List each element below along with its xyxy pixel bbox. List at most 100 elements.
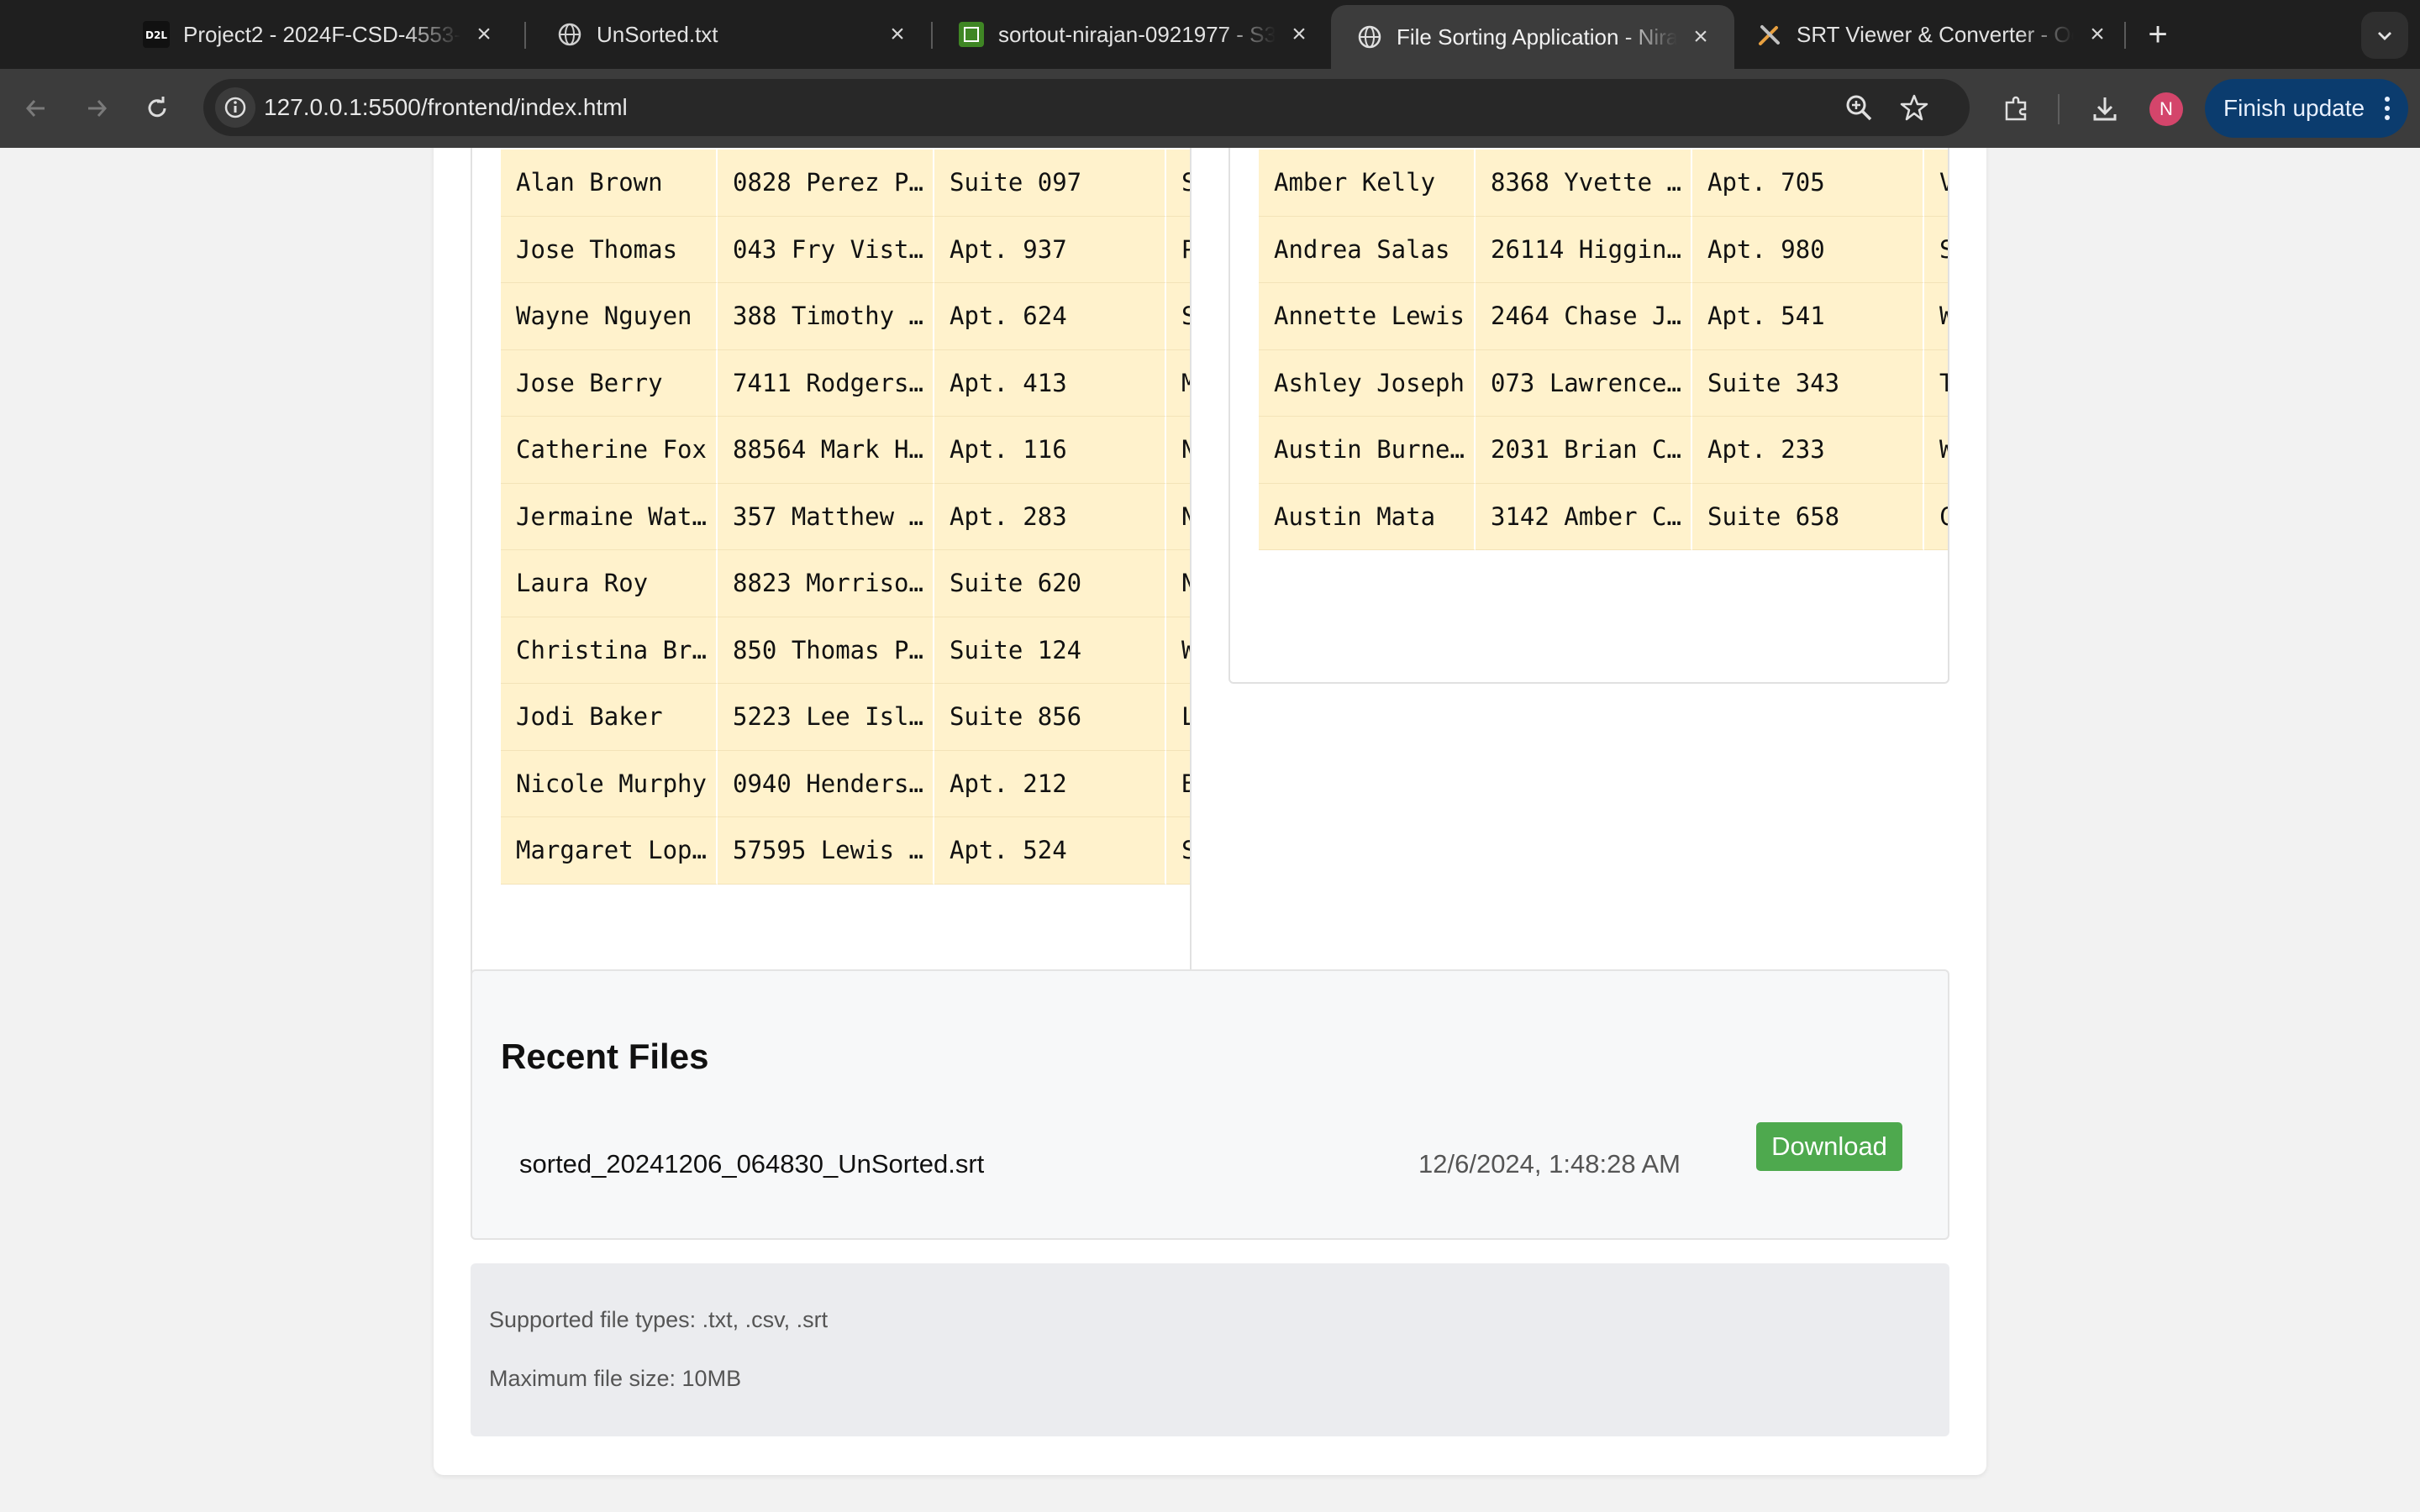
table-cell: Me — [1166, 349, 1190, 417]
tab-unsorted[interactable]: UnSorted.txt × — [531, 7, 931, 62]
reload-icon — [148, 97, 166, 118]
table-cell: So — [1924, 216, 1948, 283]
table-row: Jodi Baker5223 Lee Isl…Suite 856Ly — [501, 684, 1190, 751]
table-cell: 57595 Lewis … — [718, 817, 934, 885]
bookmark-star-icon[interactable] — [1897, 91, 1931, 124]
new-tab-button[interactable]: + — [2138, 15, 2178, 55]
table-cell: 2464 Chase J… — [1476, 283, 1692, 350]
tab-search-button[interactable] — [2361, 12, 2408, 59]
table-cell: 0940 Henders… — [718, 750, 934, 817]
table-cell: 3142 Amber C… — [1476, 483, 1692, 550]
data-table: Alan Brown0828 Perez P…Suite 097SoJose T… — [501, 150, 1190, 885]
table-cell: Jermaine Wat… — [501, 483, 718, 550]
table-cell: Amber Kelly — [1259, 150, 1476, 217]
more-options-icon — [2385, 97, 2390, 120]
table-cell: Apt. 937 — [934, 216, 1166, 283]
table-cell: 2031 Brian C… — [1476, 417, 1692, 484]
table-cell: Ashley Joseph — [1259, 349, 1476, 417]
address-bar[interactable]: 127.0.0.1:5500/frontend/index.html — [203, 79, 1970, 136]
table-cell: So — [1166, 150, 1190, 217]
finish-update-label: Finish update — [2223, 95, 2365, 121]
forward-arrow-icon — [88, 100, 108, 117]
table-row: Ashley Joseph073 Lawrence…Suite 343Tr — [1259, 349, 1948, 417]
forward-button[interactable] — [74, 86, 119, 131]
file-info-panel: Supported file types: .txt, .csv, .srt M… — [471, 1263, 1949, 1436]
table-cell: Apt. 980 — [1692, 216, 1924, 283]
table-cell: Apt. 705 — [1692, 150, 1924, 217]
table-row: Catherine Fox88564 Mark H…Apt. 116No — [501, 417, 1190, 484]
tab-title: Project2 - 2024F-CSD-4553- — [183, 21, 460, 47]
table-cell: 5223 Lee Isl… — [718, 684, 934, 751]
toolbar-divider — [2058, 94, 2060, 124]
tools-icon — [1756, 21, 1783, 48]
close-icon[interactable]: × — [1286, 21, 1313, 48]
recent-file-date: 12/6/2024, 1:48:28 AM — [1418, 1149, 1681, 1179]
table-row: Andrea Salas26114 Higgin…Apt. 980So — [1259, 216, 1948, 283]
table-cell: 388 Timothy … — [718, 283, 934, 350]
table-cell: Suite 658 — [1692, 483, 1924, 550]
table-row: Christina Br…850 Thomas P…Suite 124We — [501, 617, 1190, 684]
recent-files-title: Recent Files — [501, 1037, 709, 1076]
table-cell: 0828 Perez P… — [718, 150, 934, 217]
svg-text:D2L: D2L — [145, 29, 167, 41]
site-info-icon[interactable] — [215, 87, 255, 128]
close-icon[interactable]: × — [2084, 21, 2111, 48]
table-row: Annette Lewis2464 Chase J…Apt. 541We — [1259, 283, 1948, 350]
table-cell: Po — [1166, 216, 1190, 283]
table-cell: Alan Brown — [501, 150, 718, 217]
tab-title: UnSorted.txt — [597, 21, 718, 47]
globe-icon — [1356, 24, 1383, 50]
table-row: Wayne Nguyen388 Timothy …Apt. 624So — [501, 283, 1190, 350]
table-cell: Jose Berry — [501, 349, 718, 417]
table-cell: Apt. 116 — [934, 417, 1166, 484]
page-viewport: Alan Brown0828 Perez P…Suite 097SoJose T… — [0, 148, 2420, 1512]
sorted-table-preview[interactable]: Amber Kelly8368 Yvette …Apt. 705VaAndrea… — [1228, 148, 1949, 684]
finish-update-button[interactable]: Finish update — [2205, 79, 2408, 138]
table-cell: 043 Fry Vist… — [718, 216, 934, 283]
table-cell: Austin Burne… — [1259, 417, 1476, 484]
close-icon[interactable]: × — [1687, 24, 1714, 50]
table-cell: 26114 Higgin… — [1476, 216, 1692, 283]
table-cell: No — [1166, 417, 1190, 484]
recent-file-name: sorted_20241206_064830_UnSorted.srt — [519, 1149, 985, 1179]
url-text[interactable]: 127.0.0.1:5500/frontend/index.html — [264, 79, 628, 136]
table-cell: No — [1166, 483, 1190, 550]
close-icon[interactable]: × — [884, 21, 911, 48]
extensions-icon[interactable] — [1995, 87, 2037, 129]
table-cell: Annette Lewis — [1259, 283, 1476, 350]
unsorted-table-preview[interactable]: Alan Brown0828 Perez P…Suite 097SoJose T… — [471, 148, 1192, 1053]
zoom-icon[interactable] — [1842, 91, 1876, 124]
tab-srt-viewer[interactable]: SRT Viewer & Converter - Oc × — [1731, 7, 2131, 62]
table-row: Amber Kelly8368 Yvette …Apt. 705Va — [1259, 150, 1948, 217]
tab-s3[interactable]: sortout-nirajan-0921977 - S3 × — [933, 7, 1333, 62]
d2l-icon: D2L — [143, 21, 170, 48]
max-size-text: Maximum file size: 10MB — [489, 1366, 742, 1391]
table-cell: Ne — [1166, 550, 1190, 617]
table-cell: Suite 856 — [934, 684, 1166, 751]
table-cell: 850 Thomas P… — [718, 617, 934, 684]
data-table: Amber Kelly8368 Yvette …Apt. 705VaAndrea… — [1259, 150, 1948, 550]
table-cell: Margaret Lop… — [501, 817, 718, 885]
table-cell: 88564 Mark H… — [718, 417, 934, 484]
table-cell: Catherine Fox — [501, 417, 718, 484]
browser-toolbar: 127.0.0.1:5500/frontend/index.html N Fin… — [0, 69, 2420, 148]
table-cell: Andrea Salas — [1259, 216, 1476, 283]
tab-project2[interactable]: D2L Project2 - 2024F-CSD-4553- × — [118, 7, 518, 62]
tab-file-sorting[interactable]: File Sorting Application - Nira × — [1331, 5, 1734, 69]
back-button[interactable] — [13, 86, 59, 131]
profile-avatar[interactable]: N — [2149, 92, 2183, 126]
table-cell: Suite 097 — [934, 150, 1166, 217]
table-cell: 073 Lawrence… — [1476, 349, 1692, 417]
tab-strip: D2L Project2 - 2024F-CSD-4553- × UnSorte… — [0, 0, 2420, 69]
table-row: Margaret Lop…57595 Lewis …Apt. 524Sm — [501, 817, 1190, 885]
table-cell: Apt. 233 — [1692, 417, 1924, 484]
close-icon[interactable]: × — [471, 21, 497, 48]
globe-icon — [556, 21, 583, 48]
download-icon[interactable] — [2084, 87, 2126, 129]
supported-types-text: Supported file types: .txt, .csv, .srt — [489, 1307, 829, 1332]
table-cell: 8823 Morriso… — [718, 550, 934, 617]
table-cell: Ca — [1924, 483, 1948, 550]
tab-title: SRT Viewer & Converter - Oc — [1797, 21, 2074, 47]
download-button[interactable]: Download — [1756, 1122, 1902, 1171]
reload-button[interactable] — [134, 86, 180, 131]
